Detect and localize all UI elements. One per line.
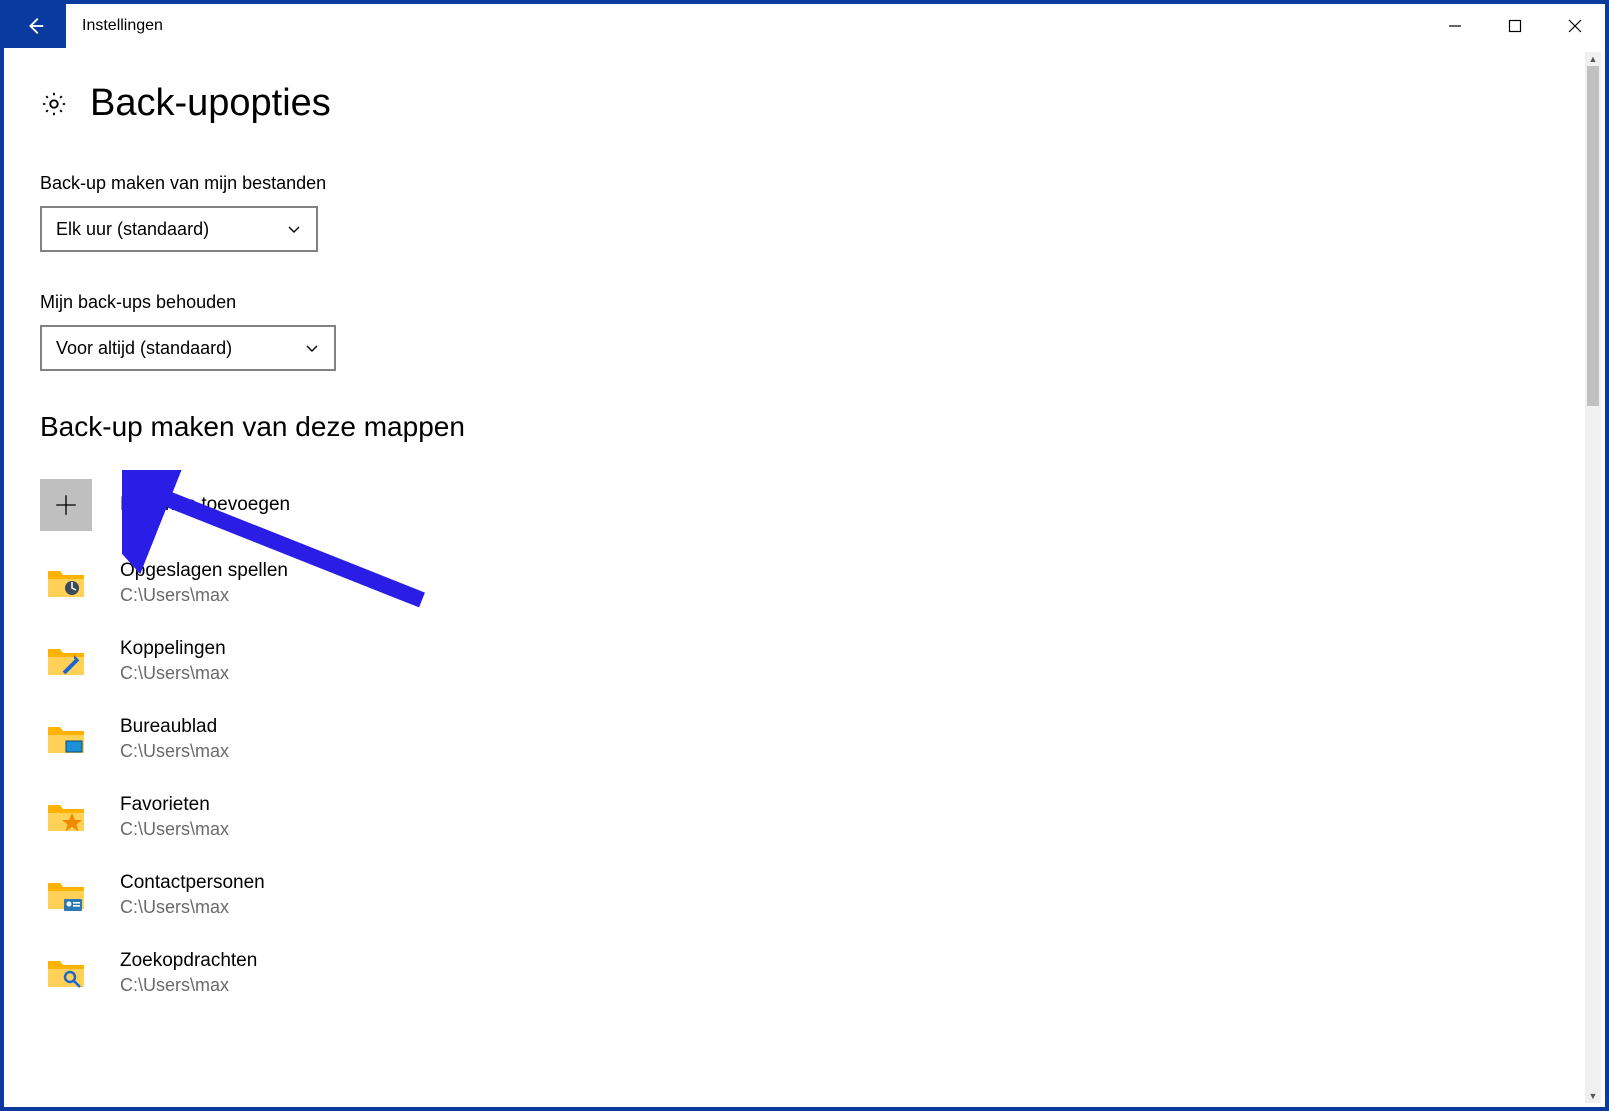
folder-item[interactable]: Zoekopdrachten C:\Users\max xyxy=(40,947,1569,999)
folder-name: Koppelingen xyxy=(120,637,229,662)
folder-path: C:\Users\max xyxy=(120,818,229,841)
arrow-left-icon xyxy=(24,15,46,37)
backup-frequency-value: Elk uur (standaard) xyxy=(56,219,209,240)
page-header: Back-upopties xyxy=(40,82,1569,125)
backup-frequency-label: Back-up maken van mijn bestanden xyxy=(40,173,1569,194)
folder-path: C:\Users\max xyxy=(120,740,229,763)
minimize-button[interactable] xyxy=(1425,4,1485,48)
folder-icon xyxy=(40,635,92,687)
add-folder-label: Een map toevoegen xyxy=(120,493,290,518)
folder-item[interactable]: Opgeslagen spellen C:\Users\max xyxy=(40,557,1569,609)
gear-icon xyxy=(40,90,68,118)
folder-name: Bureaublad xyxy=(120,715,229,740)
vertical-scrollbar[interactable]: ▲ ▼ xyxy=(1585,52,1601,1103)
folder-item[interactable]: Contactpersonen C:\Users\max xyxy=(40,869,1569,921)
scroll-down-icon: ▼ xyxy=(1585,1089,1601,1103)
titlebar: Instellingen xyxy=(4,4,1605,48)
page-title: Back-upopties xyxy=(90,82,331,125)
keep-backups-value: Voor altijd (standaard) xyxy=(56,338,232,359)
content-area: Back-upopties Back-up maken van mijn bes… xyxy=(4,48,1605,1107)
window-title: Instellingen xyxy=(66,4,1425,48)
folder-path: C:\Users\max xyxy=(120,974,257,997)
folder-name: Opgeslagen spellen xyxy=(120,559,288,584)
folder-icon xyxy=(40,869,92,921)
folder-name: Contactpersonen xyxy=(120,871,265,896)
plus-icon xyxy=(40,479,92,531)
folder-name: Favorieten xyxy=(120,793,229,818)
folder-item[interactable]: Bureaublad C:\Users\max xyxy=(40,713,1569,765)
close-icon xyxy=(1568,19,1582,33)
scrollbar-thumb[interactable] xyxy=(1587,66,1599,406)
chevron-down-icon xyxy=(304,340,320,356)
chevron-down-icon xyxy=(286,221,302,237)
folder-icon xyxy=(40,791,92,843)
folder-path: C:\Users\max xyxy=(120,584,288,607)
folder-path: C:\Users\max xyxy=(120,662,229,685)
close-button[interactable] xyxy=(1545,4,1605,48)
folder-name: Zoekopdrachten xyxy=(120,949,257,974)
folder-icon xyxy=(40,713,92,765)
folder-path: C:\Users\max xyxy=(120,896,265,919)
folders-heading: Back-up maken van deze mappen xyxy=(40,411,1569,443)
keep-backups-dropdown[interactable]: Voor altijd (standaard) xyxy=(40,325,336,371)
folder-icon xyxy=(40,947,92,999)
window-controls xyxy=(1425,4,1605,48)
scroll-up-icon: ▲ xyxy=(1585,52,1601,66)
folders-list: Opgeslagen spellen C:\Users\max Koppelin… xyxy=(40,557,1569,999)
add-folder-button[interactable]: Een map toevoegen xyxy=(40,479,1569,531)
back-button[interactable] xyxy=(4,4,66,48)
keep-backups-label: Mijn back-ups behouden xyxy=(40,292,1569,313)
maximize-icon xyxy=(1508,19,1522,33)
folder-item[interactable]: Koppelingen C:\Users\max xyxy=(40,635,1569,687)
folder-item[interactable]: Favorieten C:\Users\max xyxy=(40,791,1569,843)
backup-frequency-dropdown[interactable]: Elk uur (standaard) xyxy=(40,206,318,252)
folder-icon xyxy=(40,557,92,609)
minimize-icon xyxy=(1448,19,1462,33)
maximize-button[interactable] xyxy=(1485,4,1545,48)
